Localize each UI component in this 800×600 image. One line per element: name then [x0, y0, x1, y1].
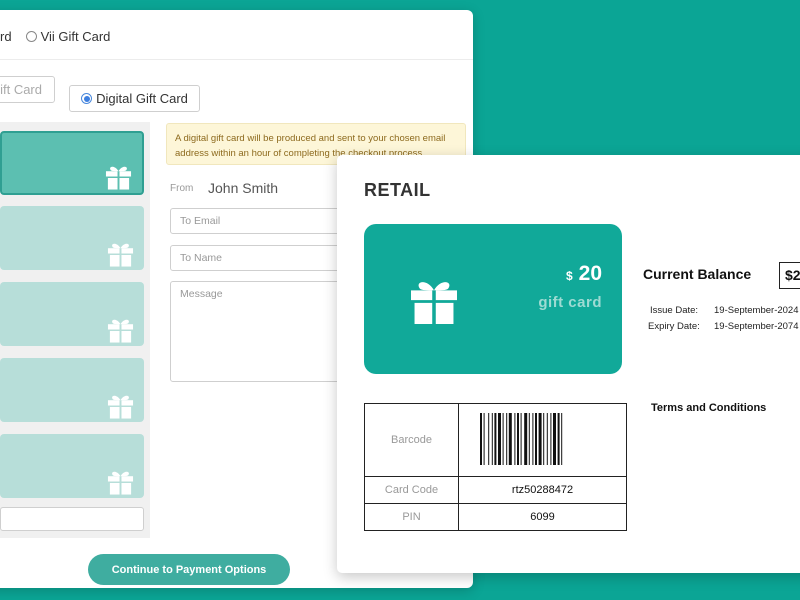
barcode-bar — [497, 412, 501, 465]
custom-amount-input[interactable] — [0, 507, 144, 531]
barcode-bar — [508, 412, 512, 465]
gift-icon — [105, 166, 132, 190]
barcode-label: Barcode — [364, 403, 459, 477]
current-balance-label: Current Balance — [643, 266, 752, 282]
barcode-bar — [505, 412, 507, 465]
terms-and-conditions-heading[interactable]: Terms and Conditions — [651, 402, 766, 414]
barcode-bar — [487, 412, 489, 465]
card-code-value: rtz50288472 — [458, 476, 627, 504]
card-design-tile[interactable] — [0, 434, 144, 498]
barcode-bar — [531, 412, 533, 465]
barcode-bar — [538, 412, 542, 465]
expiry-date-label: Expiry Date: — [648, 321, 700, 332]
barcode-bar — [546, 412, 548, 465]
card-code-table: Barcode Card Code rtz50288472 PIN 6099 — [364, 403, 627, 531]
expiry-date-value: 19-September-2074 — [714, 321, 799, 332]
barcode-bar — [520, 412, 522, 465]
digital-gift-card-radio[interactable] — [81, 93, 93, 104]
pin-label: PIN — [364, 503, 459, 531]
barcode-bar — [528, 412, 530, 465]
card-type-option-2-label[interactable]: Vii Gift Card — [41, 29, 111, 44]
section-divider — [0, 59, 473, 60]
issue-date-label: Issue Date: — [650, 305, 699, 316]
barcode-bar — [534, 412, 537, 465]
physical-gift-card-label: ift Card — [0, 82, 42, 97]
card-design-tile[interactable] — [0, 358, 144, 422]
from-name-value[interactable]: John Smith — [208, 180, 278, 196]
brand-name: RETAIL — [364, 180, 431, 200]
gift-icon — [411, 282, 457, 324]
card-design-tile[interactable] — [0, 131, 144, 195]
barcode-bar — [549, 412, 551, 465]
barcode-bar — [513, 412, 515, 465]
barcode-bar — [516, 412, 519, 465]
to-name-input[interactable]: To Name — [170, 245, 350, 271]
pin-value: 6099 — [458, 503, 627, 531]
current-balance-value: $2 — [779, 262, 800, 289]
card-design-tile[interactable] — [0, 282, 144, 346]
barcode-bar — [557, 412, 560, 465]
continue-to-payment-button[interactable]: Continue to Payment Options — [88, 554, 290, 585]
barcode-bar — [502, 412, 504, 465]
barcode-cell — [458, 403, 627, 477]
barcode-bar — [491, 412, 493, 465]
card-type-option-1-label[interactable]: rd — [0, 29, 12, 44]
gift-icon — [107, 319, 134, 343]
to-email-input[interactable]: To Email — [170, 208, 350, 234]
card-design-list — [0, 122, 150, 538]
barcode-bar — [560, 412, 562, 465]
amount-value: 20 — [578, 262, 602, 285]
barcode-bar — [552, 412, 556, 465]
message-textarea[interactable]: Message — [170, 281, 350, 382]
barcode-bar — [479, 412, 482, 465]
currency-symbol: $ — [565, 269, 573, 283]
barcode-bar — [523, 412, 527, 465]
card-design-tile[interactable] — [0, 206, 144, 270]
card-amount: $ 20 — [566, 262, 602, 286]
gift-icon — [107, 471, 134, 495]
barcode-image — [479, 412, 562, 465]
barcode-bar — [493, 412, 496, 465]
barcode-bar — [542, 412, 544, 465]
gift-icon — [107, 243, 134, 267]
gift-card-graphic: $ 20 gift card — [364, 224, 622, 374]
from-label: From — [170, 183, 194, 194]
physical-gift-card-button[interactable]: ift Card — [0, 76, 55, 103]
digital-gift-card-button[interactable]: Digital Gift Card — [69, 85, 200, 112]
issue-date-value: 19-September-2024 — [714, 305, 799, 316]
barcode-bar — [483, 412, 485, 465]
digital-gift-card-label: Digital Gift Card — [96, 91, 188, 106]
card-type-options: rd Vii Gift Card — [0, 24, 110, 48]
card-type-radio-vii[interactable] — [25, 30, 37, 42]
card-code-label: Card Code — [364, 476, 459, 504]
gift-icon — [107, 395, 134, 419]
gift-card-preview: RETAIL $ 20 gift card Current Balance $2… — [337, 155, 800, 573]
gift-card-label: gift card — [538, 294, 602, 311]
